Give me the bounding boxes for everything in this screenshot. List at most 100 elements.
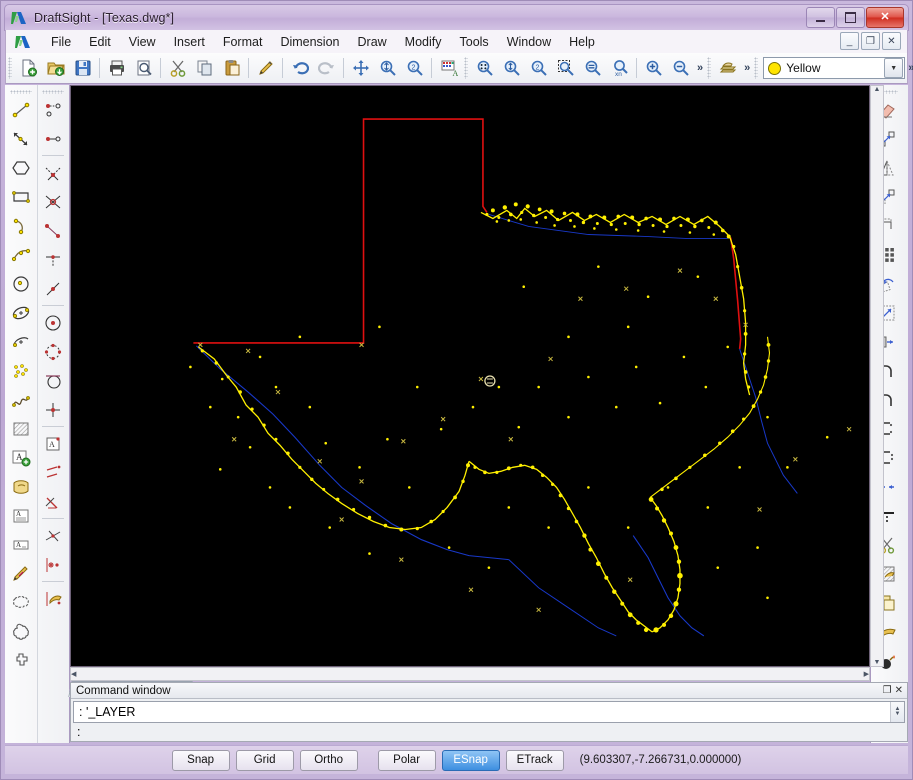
save-file-button[interactable] — [69, 55, 96, 82]
region-tool-button[interactable] — [7, 617, 35, 646]
print-preview-button[interactable] — [130, 55, 157, 82]
insert-block-tool-button[interactable]: A — [7, 443, 35, 472]
zoom-previous-button-2[interactable]: 2 — [525, 55, 552, 82]
pan-button[interactable] — [347, 55, 374, 82]
toolbar-grip[interactable] — [754, 57, 759, 79]
toolbar-grip[interactable] — [464, 57, 468, 79]
zoom-dynamic-button-2[interactable] — [498, 55, 525, 82]
undo-button[interactable] — [286, 55, 313, 82]
snap-endpoint-button[interactable] — [39, 95, 67, 124]
snap-perpendicular-button[interactable] — [39, 245, 67, 274]
command-history-scroll[interactable]: ▲ ▼ — [890, 702, 904, 722]
scroll-down-icon[interactable]: ▼ — [895, 711, 901, 717]
snap-quadrant-button[interactable] — [39, 337, 67, 366]
cloud-tool-button[interactable] — [7, 588, 35, 617]
menu-window[interactable]: Window — [498, 32, 560, 52]
snap-filters-button[interactable] — [39, 550, 67, 579]
scroll-up-icon[interactable]: ▲ — [874, 86, 881, 93]
spline-arc-tool-button[interactable] — [7, 240, 35, 269]
ellipse-tool-button[interactable] — [7, 298, 35, 327]
snap-parallel-button[interactable] — [39, 458, 67, 487]
maximize-button[interactable] — [836, 7, 865, 28]
snap-apparent-intersection-button[interactable] — [39, 187, 67, 216]
make-block-tool-button[interactable] — [7, 472, 35, 501]
document-close-button[interactable]: ✕ — [882, 32, 901, 50]
zoom-window-button[interactable] — [552, 55, 579, 82]
zoom-previous-button[interactable]: 2 — [401, 55, 428, 82]
layer-toolbar-overflow-button[interactable]: » — [741, 62, 752, 74]
toolbar-grip[interactable] — [9, 90, 32, 94]
spline-tool-button[interactable] — [7, 385, 35, 414]
status-polar-button[interactable]: Polar — [377, 749, 436, 771]
boundary-tool-button[interactable] — [7, 646, 35, 675]
menu-help[interactable]: Help — [560, 32, 604, 52]
drawing-canvas[interactable] — [70, 85, 870, 667]
vertical-scrollbar[interactable]: ▲ ▼ — [870, 85, 884, 667]
draw-freehand-tool-button[interactable] — [7, 559, 35, 588]
status-ortho-button[interactable]: Ortho — [299, 749, 358, 771]
menu-dimension[interactable]: Dimension — [271, 32, 348, 52]
status-etrack-button[interactable]: ETrack — [505, 749, 564, 771]
minimize-button[interactable] — [806, 7, 835, 28]
zoom-toolbar-overflow-button[interactable]: » — [694, 62, 705, 74]
menu-insert[interactable]: Insert — [165, 32, 214, 52]
snap-nearest-button[interactable] — [39, 274, 67, 303]
paste-button[interactable] — [218, 55, 245, 82]
scroll-down-icon[interactable]: ▼ — [874, 659, 881, 666]
redo-button[interactable] — [313, 55, 340, 82]
text-style-button[interactable]: A — [435, 55, 462, 82]
rectangle-tool-button[interactable] — [7, 182, 35, 211]
open-file-button[interactable] — [42, 55, 69, 82]
scroll-right-icon[interactable]: ▶ — [864, 670, 869, 678]
match-properties-button[interactable] — [252, 55, 279, 82]
document-restore-button[interactable]: ❐ — [861, 32, 880, 50]
copy-button[interactable] — [191, 55, 218, 82]
toolbar-grip[interactable] — [707, 57, 712, 79]
status-grid-button[interactable]: Grid — [235, 749, 294, 771]
line-tool-button[interactable] — [7, 95, 35, 124]
menu-view[interactable]: View — [120, 32, 165, 52]
menu-draw[interactable]: Draw — [349, 32, 396, 52]
status-esnap-button[interactable]: ESnap — [441, 749, 500, 771]
polygon-tool-button[interactable] — [7, 153, 35, 182]
toolbar-grip[interactable] — [8, 57, 12, 79]
new-file-button[interactable] — [15, 55, 42, 82]
infinite-line-tool-button[interactable] — [7, 124, 35, 153]
snap-none-button[interactable] — [39, 521, 67, 550]
close-button[interactable]: ✕ — [866, 7, 904, 28]
arc-tool-button[interactable] — [7, 211, 35, 240]
point-tool-button[interactable] — [7, 356, 35, 385]
snap-perpendicular-polyline-button[interactable] — [39, 487, 67, 516]
menu-tools[interactable]: Tools — [451, 32, 498, 52]
cut-button[interactable] — [164, 55, 191, 82]
note-tool-button[interactable]: A — [7, 501, 35, 530]
document-minimize-button[interactable]: _ — [840, 32, 859, 50]
layers-manager-button[interactable] — [714, 55, 741, 82]
properties-toolbar-overflow-button[interactable]: » — [905, 62, 913, 74]
menu-file[interactable]: File — [42, 32, 80, 52]
status-snap-button[interactable]: Snap — [171, 749, 230, 771]
menu-format[interactable]: Format — [214, 32, 272, 52]
hatch-tool-button[interactable] — [7, 414, 35, 443]
menu-edit[interactable]: Edit — [80, 32, 120, 52]
scroll-left-icon[interactable]: ◀ — [71, 670, 76, 678]
snap-midpoint-button[interactable] — [39, 124, 67, 153]
snap-settings-button[interactable] — [39, 584, 67, 613]
command-input-row[interactable]: : — [71, 723, 907, 740]
print-button[interactable] — [103, 55, 130, 82]
zoom-in-button[interactable] — [640, 55, 667, 82]
snap-center-button[interactable] — [39, 308, 67, 337]
horizontal-scrollbar[interactable]: ◀ ▶ — [70, 667, 870, 681]
circle-tool-button[interactable] — [7, 269, 35, 298]
zoom-out-button[interactable] — [667, 55, 694, 82]
close-icon[interactable]: ✕ — [895, 685, 903, 696]
snap-node-button[interactable] — [39, 395, 67, 424]
toolbar-grip[interactable] — [42, 90, 65, 94]
snap-extension-button[interactable] — [39, 216, 67, 245]
zoom-fit-button[interactable] — [579, 55, 606, 82]
zoom-bounds-button[interactable] — [471, 55, 498, 82]
menu-modify[interactable]: Modify — [396, 32, 451, 52]
color-dropdown[interactable]: Yellow ▼ — [763, 57, 906, 79]
simple-note-tool-button[interactable]: A — [7, 530, 35, 559]
ellipse-arc-tool-button[interactable] — [7, 327, 35, 356]
